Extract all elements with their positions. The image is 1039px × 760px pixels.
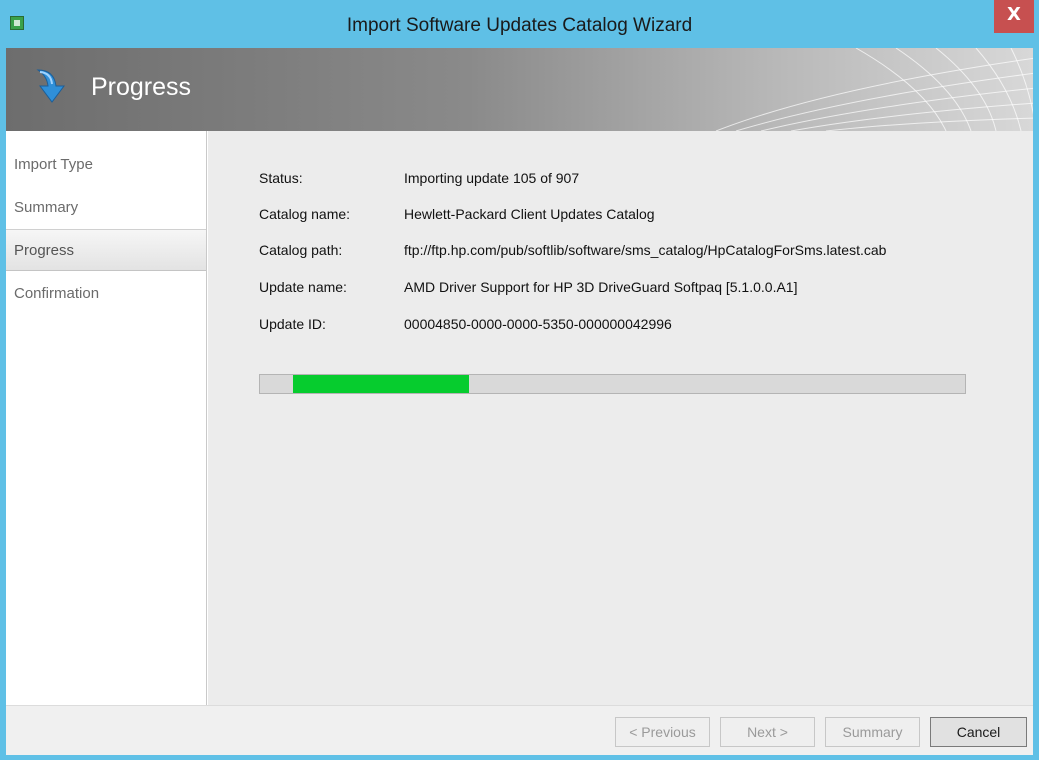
page-header-banner: Progress (6, 48, 1033, 131)
next-button-label: Next > (747, 724, 788, 740)
sidebar-item-confirmation[interactable]: Confirmation (6, 273, 206, 315)
sidebar-item-import-type[interactable]: Import Type (6, 144, 206, 186)
close-icon: X (1007, 4, 1021, 25)
summary-button[interactable]: Summary (825, 717, 920, 747)
update-id-value: 00004850-0000-0000-5350-000000042996 (404, 316, 672, 332)
wizard-steps-sidebar: Import Type Summary Progress Confirmatio… (6, 131, 207, 705)
catalog-name-value: Hewlett-Packard Client Updates Catalog (404, 206, 655, 222)
decorative-wave-graphic (715, 48, 1033, 131)
wizard-footer: < Previous Next > Summary Cancel (6, 705, 1033, 755)
status-label: Status: (259, 170, 303, 186)
import-progress-bar (259, 374, 966, 394)
banner-arrow-icon (36, 69, 65, 103)
sidebar-item-summary[interactable]: Summary (6, 187, 206, 229)
next-button[interactable]: Next > (720, 717, 815, 747)
update-id-label: Update ID: (259, 316, 326, 332)
close-button[interactable]: X (994, 0, 1034, 33)
summary-button-label: Summary (842, 724, 903, 740)
catalog-path-label: Catalog path: (259, 242, 343, 258)
sidebar-item-progress[interactable]: Progress (6, 229, 206, 271)
catalog-path-value: ftp://ftp.hp.com/pub/softlib/software/sm… (404, 242, 887, 258)
previous-button[interactable]: < Previous (615, 717, 710, 747)
catalog-name-label: Catalog name: (259, 206, 351, 222)
window-title: Import Software Updates Catalog Wizard (346, 15, 693, 36)
wizard-window: Import Software Updates Catalog Wizard X (0, 0, 1039, 760)
update-name-label: Update name: (259, 279, 347, 295)
progress-panel: Status: Importing update 105 of 907 Cata… (208, 131, 1033, 705)
page-title: Progress (91, 73, 192, 101)
window-bottom-border (0, 755, 1039, 760)
cancel-button[interactable]: Cancel (930, 717, 1027, 747)
previous-button-label: < Previous (629, 724, 696, 740)
wizard-content: Import Type Summary Progress Confirmatio… (6, 131, 1033, 705)
cancel-button-label: Cancel (956, 724, 1001, 740)
progress-bar-fill (293, 375, 469, 393)
status-value: Importing update 105 of 907 (404, 170, 580, 186)
title-bar[interactable]: Import Software Updates Catalog Wizard X (0, 0, 1039, 48)
update-name-value: AMD Driver Support for HP 3D DriveGuard … (404, 279, 798, 295)
